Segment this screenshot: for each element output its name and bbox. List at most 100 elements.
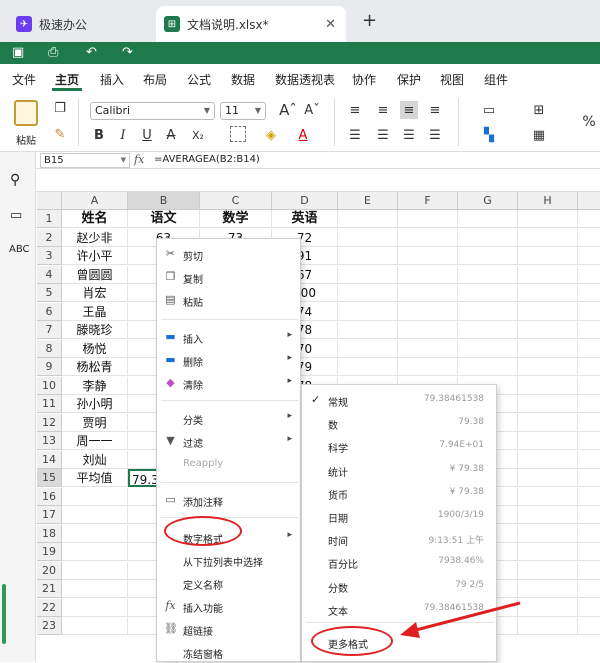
cell[interactable] (578, 469, 600, 487)
increase-font-icon[interactable]: Aˆ (278, 100, 298, 120)
save-icon[interactable]: ▣ (12, 45, 24, 60)
cell[interactable] (398, 265, 458, 284)
menu-item-define-name[interactable]: 定义名称 (157, 572, 300, 594)
menu-item-paste[interactable]: ▤ 粘贴 (157, 289, 300, 311)
cell[interactable] (578, 599, 600, 617)
underline-button[interactable]: U (138, 126, 156, 144)
menu-data[interactable]: 数据 (231, 71, 255, 88)
row-header[interactable]: 5 (37, 284, 62, 302)
cell[interactable] (458, 339, 518, 358)
cell-reference-box[interactable]: B15 ▼ (40, 153, 130, 168)
tab-document[interactable]: ⊞ 文档说明.xlsx* ✕ (156, 6, 346, 42)
decrease-font-icon[interactable]: Aˇ (302, 100, 322, 120)
menu-item-pick-from-list[interactable]: 从下拉列表中选择 (157, 549, 300, 571)
menu-item-insert-function[interactable]: fx 插入功能 (157, 595, 300, 617)
cell[interactable] (62, 580, 128, 598)
close-icon[interactable]: ✕ (325, 17, 336, 32)
menu-formula[interactable]: 公式 (187, 71, 211, 88)
cell[interactable] (578, 451, 600, 469)
menu-pivot-table[interactable]: 数据透视表 (275, 71, 335, 88)
cell[interactable]: 肖宏 (62, 284, 128, 302)
row-header[interactable]: 4 (37, 265, 62, 284)
align-left-icon[interactable]: ☰ (346, 126, 364, 144)
column-header[interactable]: I (578, 192, 600, 210)
menu-insert[interactable]: 插入 (100, 71, 124, 88)
format-painter-icon[interactable]: ✎ (52, 126, 68, 142)
cell[interactable]: 李静 (62, 376, 128, 395)
cell[interactable] (578, 321, 600, 339)
cell[interactable] (518, 210, 578, 228)
cell[interactable] (62, 617, 128, 635)
column-header[interactable]: B (128, 192, 200, 210)
cell[interactable] (338, 321, 398, 339)
cell[interactable] (62, 598, 128, 617)
select-all-corner[interactable] (37, 192, 62, 210)
cell[interactable] (458, 358, 518, 376)
table-style-icon[interactable]: ⊞ (530, 101, 548, 119)
strikethrough-button[interactable]: A (162, 126, 180, 144)
column-header[interactable]: G (458, 192, 518, 210)
cell[interactable] (458, 210, 518, 228)
fill-color-icon[interactable]: ◈ (262, 126, 280, 144)
cell[interactable] (398, 302, 458, 321)
menu-item-cut[interactable]: ✂ 剪切 (157, 243, 300, 265)
formula-input[interactable]: =AVERAGEA(B2:B14) (154, 154, 260, 165)
cell[interactable] (578, 506, 600, 524)
conditional-format-icon[interactable]: ▚ (478, 126, 500, 144)
cell[interactable] (518, 487, 578, 506)
cell[interactable]: 曾圆圆 (62, 265, 128, 284)
cell[interactable] (578, 266, 600, 284)
cell[interactable] (518, 524, 578, 543)
cell[interactable] (518, 395, 578, 413)
cell[interactable] (578, 284, 600, 302)
cell[interactable] (518, 450, 578, 469)
menu-view[interactable]: 视图 (440, 71, 464, 88)
cell[interactable]: 滕晓珍 (62, 321, 128, 339)
align-bottom-icon[interactable]: ≡ (400, 101, 418, 119)
column-header[interactable]: C (200, 192, 272, 210)
row-header[interactable]: 1 (37, 210, 62, 228)
cell[interactable] (578, 432, 600, 450)
cell[interactable]: 贾明 (62, 413, 128, 432)
cell[interactable] (398, 210, 458, 228)
cell[interactable] (458, 265, 518, 284)
font-size-select[interactable]: 11 ▼ (220, 102, 266, 120)
justify-icon[interactable]: ☰ (426, 126, 444, 144)
cell[interactable] (518, 247, 578, 265)
column-header[interactable]: H (518, 192, 578, 210)
search-icon[interactable]: ⚲ (10, 172, 20, 188)
cell[interactable] (578, 247, 600, 265)
cell[interactable] (518, 506, 578, 524)
cell[interactable] (62, 524, 128, 543)
cell[interactable] (518, 339, 578, 358)
align-center-icon[interactable]: ☰ (374, 126, 392, 144)
menu-layout[interactable]: 布局 (143, 71, 167, 88)
cell[interactable] (578, 229, 600, 247)
column-header[interactable]: A (62, 192, 128, 210)
cell[interactable] (518, 321, 578, 339)
cell[interactable] (338, 265, 398, 284)
cell[interactable]: 孙小明 (62, 395, 128, 413)
row-header[interactable]: 2 (37, 228, 62, 247)
cell[interactable]: 周一一 (62, 432, 128, 450)
cell[interactable]: 英语 (272, 210, 338, 228)
cell[interactable] (518, 284, 578, 302)
new-tab-button[interactable]: + (362, 10, 377, 31)
menu-protect[interactable]: 保护 (397, 71, 421, 88)
cell[interactable] (518, 358, 578, 376)
menu-collaborate[interactable]: 协作 (352, 71, 376, 88)
bold-button[interactable]: B (90, 126, 108, 144)
menu-item-clear[interactable]: ◆ 清除 ▸ (157, 372, 300, 394)
subscript-button[interactable]: X₂ (186, 126, 210, 144)
cell[interactable] (338, 228, 398, 247)
cell[interactable] (578, 562, 600, 580)
italic-button[interactable]: I (114, 126, 132, 144)
cell[interactable]: 杨悦 (62, 339, 128, 358)
cell-style-icon[interactable]: ▦ (530, 126, 548, 144)
cell[interactable] (338, 358, 398, 376)
cell[interactable] (518, 228, 578, 247)
format-option[interactable]: 日期 1900/3/19 (302, 505, 496, 528)
cell[interactable] (518, 302, 578, 321)
cell[interactable] (578, 525, 600, 543)
function-icon[interactable]: fx (134, 153, 144, 166)
